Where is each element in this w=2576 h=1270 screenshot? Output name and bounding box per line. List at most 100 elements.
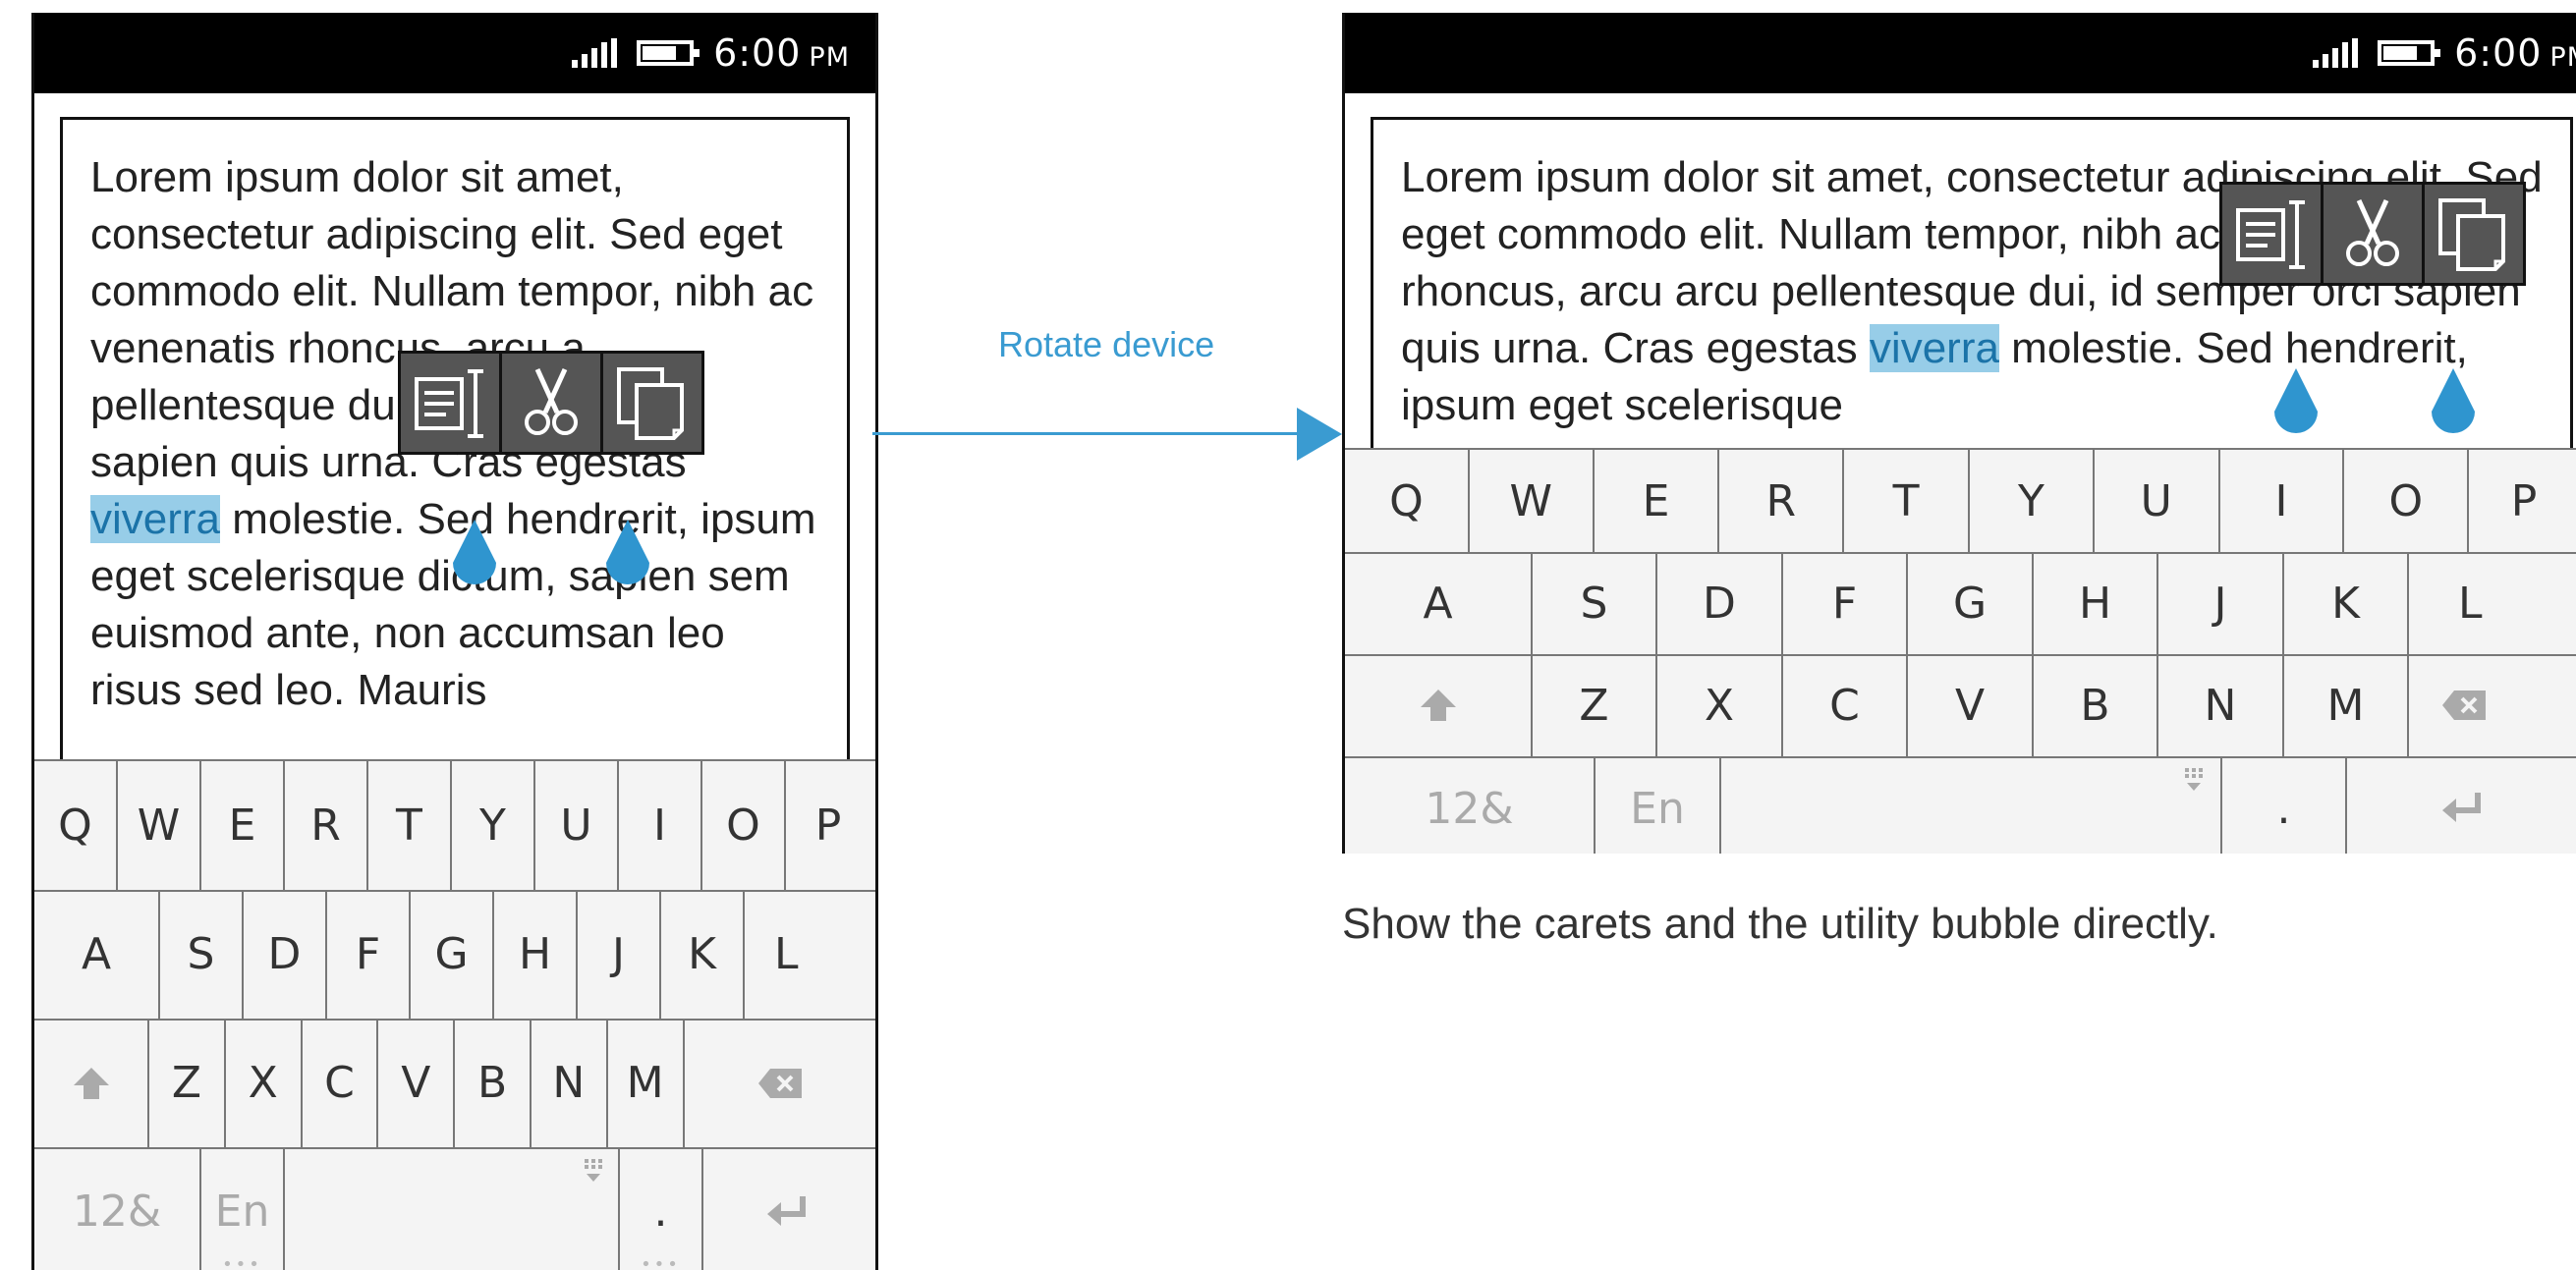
key-h[interactable]: H (2034, 552, 2158, 654)
copy-button[interactable] (2425, 185, 2523, 283)
key-y[interactable]: Y (1970, 450, 2095, 552)
key-c[interactable]: C (303, 1019, 379, 1147)
key-a[interactable]: A (1345, 552, 1533, 654)
key-r[interactable]: R (1719, 450, 1845, 552)
period-label: . (2276, 783, 2291, 834)
key-p[interactable]: P (786, 761, 870, 890)
key-k[interactable]: K (2284, 552, 2409, 654)
copy-button[interactable] (603, 354, 701, 452)
key-j[interactable]: J (578, 890, 661, 1019)
more-dots-icon: ••• (222, 1254, 262, 1270)
language-label: En (1630, 783, 1685, 834)
key-q[interactable]: Q (1345, 450, 1470, 552)
backspace-key[interactable] (2409, 654, 2519, 756)
key-j[interactable]: J (2158, 552, 2284, 654)
key-b[interactable]: B (2034, 654, 2158, 756)
key-e[interactable]: E (201, 761, 285, 890)
backspace-key[interactable] (685, 1019, 875, 1147)
key-r[interactable]: R (285, 761, 368, 890)
key-c[interactable]: C (1783, 654, 1908, 756)
key-w[interactable]: W (118, 761, 201, 890)
enter-key[interactable] (703, 1147, 871, 1270)
language-key[interactable]: En ••• (201, 1147, 285, 1270)
key-g[interactable]: G (1908, 552, 2034, 654)
key-k[interactable]: K (661, 890, 745, 1019)
selected-text[interactable]: viverra (1869, 324, 1999, 372)
keyboard-row-3: Z X C V B N M (34, 1019, 875, 1149)
numbers-key[interactable]: 12& (34, 1147, 201, 1270)
keyboard-row-1: Q W E R T Y U I O P (34, 761, 875, 892)
key-t[interactable]: T (1844, 450, 1970, 552)
key-b[interactable]: B (455, 1019, 532, 1147)
keyboard-row-2: A S D F G H J K L (1345, 552, 2576, 656)
key-n[interactable]: N (2158, 654, 2284, 756)
key-v[interactable]: V (378, 1019, 456, 1147)
caption: Show the carets and the utility bubble d… (1342, 900, 2218, 948)
flow-arrow-icon (1297, 408, 1342, 461)
period-key[interactable]: . ••• (620, 1147, 703, 1270)
key-l[interactable]: L (2409, 552, 2519, 654)
key-d[interactable]: D (1657, 552, 1783, 654)
key-p[interactable]: P (2469, 450, 2576, 552)
status-clock: 6:00PM (2454, 31, 2576, 75)
space-key[interactable] (1721, 756, 2222, 854)
key-z[interactable]: Z (149, 1019, 226, 1147)
period-label: . (653, 1187, 668, 1237)
key-e[interactable]: E (1595, 450, 1720, 552)
utility-bubble (398, 351, 704, 455)
utility-bubble (2219, 182, 2526, 286)
key-f[interactable]: F (1783, 552, 1908, 654)
keyboard-row-4: 12& En ••• . ••• (34, 1147, 875, 1270)
key-n[interactable]: N (532, 1019, 608, 1147)
period-key[interactable]: . (2222, 756, 2347, 854)
left-caret-handle[interactable] (2270, 368, 2322, 447)
key-m[interactable]: M (608, 1019, 685, 1147)
key-v[interactable]: V (1908, 654, 2034, 756)
key-i[interactable]: I (2220, 450, 2345, 552)
status-bar: 6:00PM (1345, 13, 2576, 93)
language-key[interactable]: En (1596, 756, 1721, 854)
space-key[interactable] (285, 1147, 620, 1270)
cut-button[interactable] (502, 354, 600, 452)
keyboard-row-1: Q W E R T Y U I O P (1345, 450, 2576, 554)
key-f[interactable]: F (327, 890, 411, 1019)
select-all-button[interactable] (2222, 185, 2321, 283)
key-x[interactable]: X (226, 1019, 303, 1147)
key-x[interactable]: X (1657, 654, 1783, 756)
cut-button[interactable] (2324, 185, 2422, 283)
shift-key[interactable] (34, 1019, 150, 1147)
key-t[interactable]: T (368, 761, 452, 890)
key-u[interactable]: U (2095, 450, 2220, 552)
more-dots-icon: ••• (641, 1254, 681, 1270)
key-a[interactable]: A (34, 890, 160, 1019)
key-o[interactable]: O (702, 761, 786, 890)
key-s[interactable]: S (160, 890, 244, 1019)
select-all-button[interactable] (401, 354, 499, 452)
key-l[interactable]: L (745, 890, 870, 1019)
right-caret-handle[interactable] (2428, 368, 2479, 447)
backspace-icon (757, 1068, 802, 1098)
key-d[interactable]: D (244, 890, 327, 1019)
key-h[interactable]: H (494, 890, 578, 1019)
selected-text[interactable]: viverra (90, 495, 221, 543)
key-w[interactable]: W (1470, 450, 1595, 552)
status-clock: 6:00PM (713, 31, 850, 75)
keyboard-row-4: 12& En . (1345, 756, 2576, 854)
copy-icon (617, 367, 684, 440)
key-o[interactable]: O (2344, 450, 2470, 552)
shift-key[interactable] (1345, 654, 1533, 756)
key-i[interactable]: I (619, 761, 702, 890)
numbers-key[interactable]: 12& (1345, 756, 1596, 854)
cut-icon (525, 367, 578, 435)
key-y[interactable]: Y (452, 761, 535, 890)
keyboard-grip-icon (585, 1159, 602, 1182)
right-caret-handle[interactable] (602, 520, 653, 598)
key-m[interactable]: M (2284, 654, 2409, 756)
key-q[interactable]: Q (34, 761, 118, 890)
left-caret-handle[interactable] (449, 520, 500, 598)
key-z[interactable]: Z (1533, 654, 1657, 756)
key-s[interactable]: S (1533, 552, 1657, 654)
key-u[interactable]: U (535, 761, 619, 890)
key-g[interactable]: G (411, 890, 494, 1019)
enter-key[interactable] (2347, 756, 2576, 854)
